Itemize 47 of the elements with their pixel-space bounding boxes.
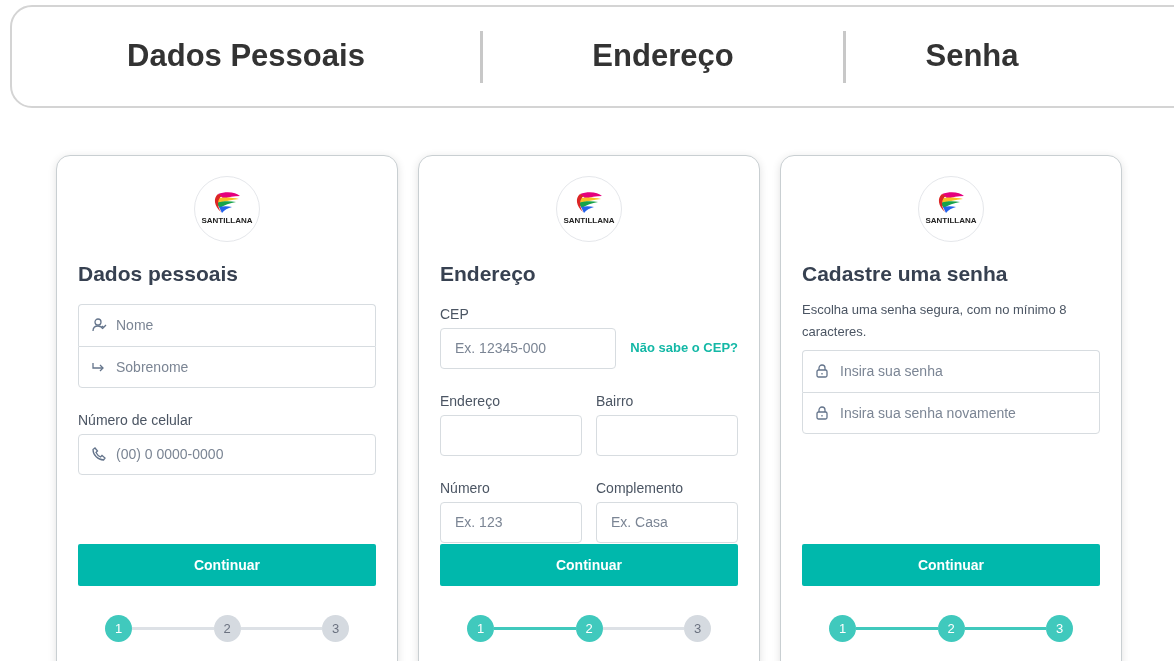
step-indicator: 2 (937, 615, 965, 642)
step-indicator: 2 (575, 615, 603, 642)
field-label: Número de celular (78, 410, 194, 430)
input-field[interactable] (596, 414, 738, 456)
step-indicator: 3 (684, 615, 711, 642)
input-field[interactable]: Nome (78, 303, 376, 346)
header-step-label: Dados Pessoais (126, 37, 366, 76)
continue-button[interactable]: Continuar (802, 544, 1100, 586)
field-label: Número (440, 478, 491, 498)
cep-lookup-link[interactable]: Não sabe o CEP? (630, 338, 738, 358)
lock-icon (816, 405, 828, 420)
step-indicator: 1 (829, 615, 856, 642)
card-title: Endereço (440, 261, 537, 287)
card-title: Cadastre uma senha (802, 261, 1009, 287)
field-label: Complemento (596, 478, 685, 498)
return-arrow-icon (92, 361, 105, 372)
field-label: Endereço (440, 391, 501, 411)
continue-button[interactable]: Continuar (78, 544, 376, 586)
input-field[interactable]: Ex. Casa (596, 501, 738, 543)
header-step-label: Senha (924, 37, 1020, 76)
lock-icon (816, 363, 828, 378)
step-indicator: 2 (213, 615, 241, 642)
phone-icon (92, 447, 106, 461)
logo-text: SANTILLANA (563, 214, 615, 227)
input-field[interactable]: Sobrenome (78, 345, 376, 388)
logo-text: SANTILLANA (925, 214, 977, 227)
description: Escolha uma senha segura, com no mínimo 8 caracteres. (802, 300, 1068, 341)
field-label: CEP (440, 304, 470, 324)
input-field[interactable]: (00) 0 0000-0000 (78, 433, 376, 475)
logo-swirl-icon (574, 191, 604, 214)
user-icon (92, 317, 107, 332)
logo-text: SANTILLANA (201, 214, 253, 227)
step-indicator: 3 (322, 615, 349, 642)
header-step-label: Endereço (591, 37, 735, 76)
input-field[interactable]: Ex. 123 (440, 501, 582, 543)
logo-swirl-icon (212, 191, 242, 214)
field-label: Bairro (596, 391, 635, 411)
input-field[interactable] (440, 414, 582, 456)
card-title: Dados pessoais (78, 261, 239, 287)
logo-swirl-icon (936, 191, 966, 214)
step-indicator: 1 (467, 615, 494, 642)
input-field[interactable]: Insira sua senha (802, 349, 1100, 392)
step-indicator: 1 (105, 615, 132, 642)
continue-button[interactable]: Continuar (440, 544, 738, 586)
step-indicator: 3 (1046, 615, 1073, 642)
input-field[interactable]: Insira sua senha novamente (802, 391, 1100, 434)
input-field[interactable]: Ex. 12345-000 (440, 327, 617, 369)
